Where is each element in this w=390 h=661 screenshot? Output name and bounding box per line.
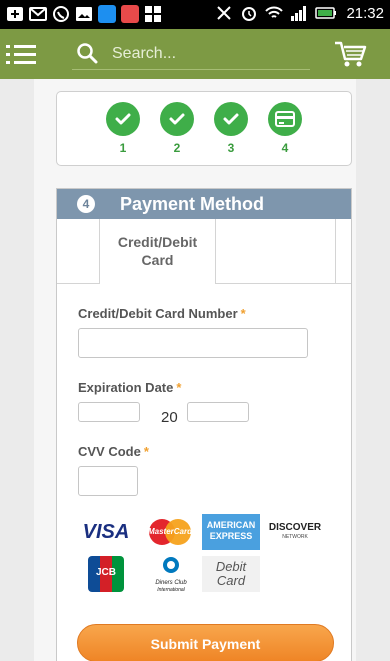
step-4-circle bbox=[268, 102, 302, 136]
expiration-year-prefix: 20 bbox=[161, 409, 178, 426]
step-4: 4 bbox=[268, 102, 302, 155]
tab-label: Credit/Debit Card bbox=[117, 234, 198, 268]
step-1: 1 bbox=[106, 102, 140, 155]
jcb-logo: JCB bbox=[88, 556, 124, 592]
search-bar bbox=[72, 40, 310, 70]
payment-title: Payment Method bbox=[120, 194, 265, 214]
gallery-icon bbox=[76, 7, 92, 21]
cvv-label: CVV Code * bbox=[78, 444, 149, 459]
credit-card-icon bbox=[275, 111, 295, 127]
tab-credit-debit-card[interactable]: Credit/Debit Card bbox=[99, 219, 216, 284]
grid-app-icon bbox=[145, 6, 161, 22]
email-icon bbox=[29, 7, 47, 21]
cart-icon[interactable] bbox=[334, 39, 368, 69]
discover-logo-text: DISCOVER bbox=[268, 522, 322, 533]
step-3: 3 bbox=[214, 102, 248, 155]
check-icon bbox=[115, 113, 131, 125]
step-2-number: 2 bbox=[173, 141, 181, 155]
signal-icon bbox=[291, 6, 307, 21]
debit-card-logo: Debit Card bbox=[202, 556, 260, 592]
cvv-input[interactable] bbox=[78, 466, 138, 496]
diners-line1: Diners Club bbox=[155, 580, 187, 586]
step-2-circle bbox=[160, 102, 194, 136]
required-mark: * bbox=[176, 380, 182, 395]
clock: 21:32 bbox=[346, 4, 384, 22]
search-icon bbox=[77, 43, 98, 64]
amex-logo: AMERICAN EXPRESS bbox=[202, 514, 260, 550]
app-header bbox=[0, 29, 390, 79]
step-1-circle bbox=[106, 102, 140, 136]
card-number-input[interactable] bbox=[78, 328, 308, 358]
battery-icon bbox=[315, 7, 337, 19]
alarm-icon bbox=[242, 7, 257, 21]
visa-logo-text: VISA bbox=[82, 520, 130, 543]
whatsapp-icon bbox=[53, 6, 69, 22]
step-3-number: 3 bbox=[227, 141, 235, 155]
step-2: 2 bbox=[160, 102, 194, 155]
app-icon bbox=[121, 5, 139, 23]
diners-club-logo: Diners Club International bbox=[144, 556, 198, 593]
diners-club-mark bbox=[163, 557, 179, 573]
amex-line2: EXPRESS bbox=[209, 531, 253, 541]
debit-line2: Card bbox=[216, 573, 246, 588]
submit-payment-button[interactable]: Submit Payment bbox=[77, 624, 334, 661]
expiration-month-input[interactable] bbox=[78, 402, 140, 422]
debit-line1: Debit bbox=[215, 559, 247, 574]
search-input[interactable] bbox=[112, 42, 302, 66]
zalo-icon bbox=[98, 5, 116, 23]
check-icon bbox=[169, 113, 185, 125]
card-number-label-text: Credit/Debit Card Number bbox=[78, 306, 238, 321]
step-1-number: 1 bbox=[119, 141, 127, 155]
step-3-circle bbox=[214, 102, 248, 136]
mute-icon bbox=[217, 6, 232, 20]
cvv-label-text: CVV Code bbox=[78, 444, 141, 459]
menu-icon[interactable] bbox=[6, 43, 38, 67]
expiration-year-input[interactable] bbox=[187, 402, 249, 422]
accepted-cards: VISA MasterCard AMERICAN EXPRESS DISCOVE… bbox=[78, 514, 328, 594]
plus-icon bbox=[7, 7, 23, 21]
amex-line1: AMERICAN bbox=[206, 520, 256, 530]
payment-header: 4 Payment Method bbox=[57, 189, 351, 219]
check-icon bbox=[223, 113, 239, 125]
status-bar: 21:32 bbox=[0, 0, 390, 29]
diners-line2: International bbox=[157, 587, 185, 593]
visa-logo: VISA bbox=[78, 514, 134, 550]
discover-logo: DISCOVER NETWORK bbox=[266, 514, 324, 550]
payment-method-panel: 4 Payment Method Credit/Debit Card Credi… bbox=[56, 188, 352, 661]
expiration-label: Expiration Date * bbox=[78, 380, 181, 395]
required-mark: * bbox=[240, 306, 246, 321]
mastercard-logo: MasterCard bbox=[142, 514, 198, 550]
step-badge: 4 bbox=[77, 195, 95, 213]
discover-sub-text: NETWORK bbox=[282, 534, 308, 540]
card-number-label: Credit/Debit Card Number * bbox=[78, 306, 246, 321]
step-4-number: 4 bbox=[281, 141, 289, 155]
notification-icons bbox=[6, 5, 162, 23]
required-mark: * bbox=[143, 444, 149, 459]
expiration-label-text: Expiration Date bbox=[78, 380, 174, 395]
wifi-icon bbox=[265, 6, 284, 18]
tab-placeholder bbox=[216, 219, 336, 283]
mastercard-logo-text: MasterCard bbox=[147, 527, 192, 536]
system-icons: 21:32 bbox=[215, 4, 384, 22]
checkout-stepper: 1 2 3 4 bbox=[56, 91, 352, 166]
jcb-logo-text: JCB bbox=[95, 567, 116, 578]
